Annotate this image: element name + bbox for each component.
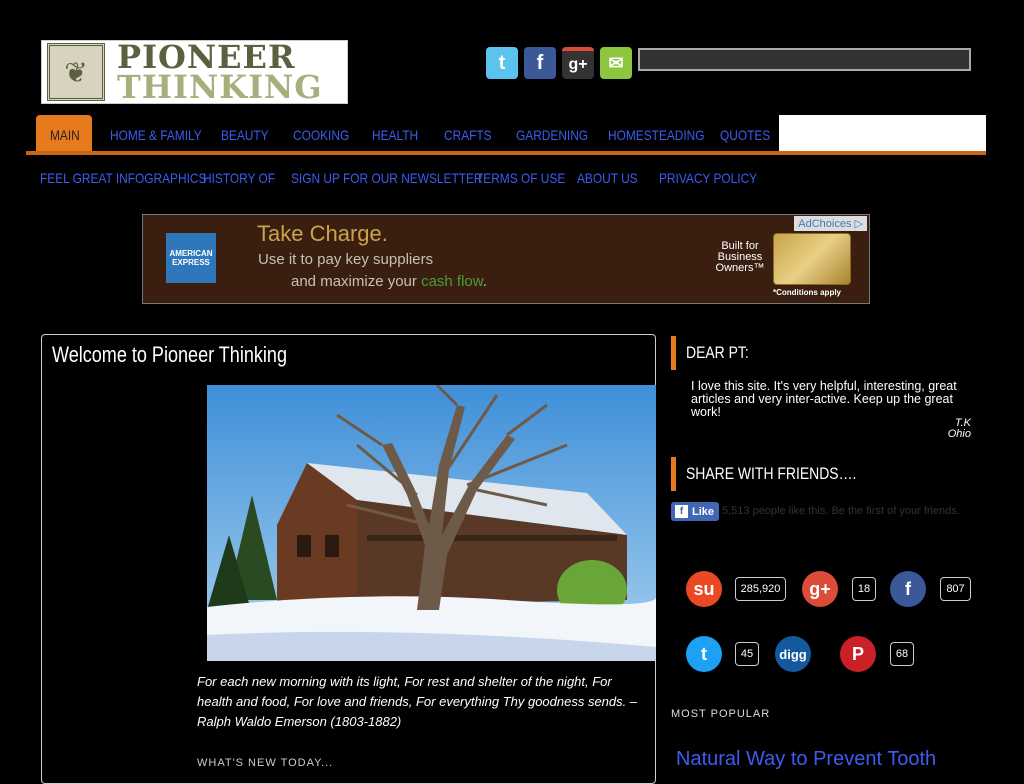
google-plus-icon[interactable]: g+ <box>802 571 838 607</box>
google-plus-count: 18 <box>852 577 876 601</box>
testimonial-author: T.K Ohio <box>880 418 971 440</box>
page-title: Welcome to Pioneer Thinking <box>52 342 287 367</box>
facebook-like-count-text: 5,513 people like this. Be the first of … <box>722 505 960 517</box>
facebook-count: 807 <box>940 577 971 601</box>
stumbleupon-icon[interactable]: su <box>686 571 722 607</box>
nav-item-quotes[interactable]: QUOTES <box>720 127 770 143</box>
ad-conditions: *Conditions apply <box>773 288 841 297</box>
ad-line2-highlight: cash flow <box>421 273 483 290</box>
nav-filler <box>779 115 986 151</box>
dear-pt-accent <box>671 336 676 370</box>
site-logo[interactable]: ❦ PIONEER THINKING <box>41 40 348 104</box>
share-title: SHARE WITH FRIENDS…. <box>686 464 857 483</box>
adchoices-badge[interactable]: AdChoices ▷ <box>794 216 867 231</box>
facebook-like-label: Like <box>692 505 715 518</box>
nav-item-terms[interactable]: TERMS OF USE <box>476 170 565 186</box>
ad-owners: Owners™ <box>715 262 765 274</box>
nav-item-privacy[interactable]: PRIVACY POLICY <box>659 170 757 186</box>
facebook-icon[interactable]: f <box>890 571 926 607</box>
ad-line2-pre: and maximize your <box>291 273 422 290</box>
email-icon[interactable]: ✉ <box>600 47 632 79</box>
ad-headline: Take Charge. <box>257 221 388 246</box>
nav-item-beauty[interactable]: BEAUTY <box>221 127 269 143</box>
search-input[interactable] <box>638 48 971 71</box>
facebook-icon[interactable]: f <box>524 47 556 79</box>
digg-icon[interactable]: digg <box>775 636 811 672</box>
whats-new-heading: WHAT'S NEW TODAY... <box>197 757 334 769</box>
nav-item-newsletter[interactable]: SIGN UP FOR OUR NEWSLETTER <box>291 170 483 186</box>
logo-text-line2: THINKING <box>117 68 323 106</box>
pinterest-count: 68 <box>890 642 914 666</box>
twitter-icon[interactable]: t <box>486 47 518 79</box>
barn-photo <box>207 385 656 661</box>
emerson-quote: For each new morning with its light, For… <box>197 674 638 729</box>
nav-item-main[interactable]: MAIN <box>50 127 80 143</box>
facebook-like-button[interactable]: f Like <box>671 502 719 521</box>
stumbleupon-count: 285,920 <box>735 577 786 601</box>
google-plus-icon[interactable]: g+ <box>562 47 594 79</box>
twitter-icon[interactable]: t <box>686 636 722 672</box>
ad-line1: Use it to pay key suppliers <box>258 251 434 268</box>
dear-pt-title: DEAR PT: <box>686 343 749 362</box>
gold-card-image <box>773 233 851 285</box>
nav-item-about[interactable]: ABOUT US <box>577 170 638 186</box>
amex-logo: AMERICAN EXPRESS <box>166 233 216 283</box>
nav-divider <box>26 151 986 155</box>
share-accent <box>671 457 676 491</box>
most-popular-heading: MOST POPULAR <box>671 708 771 720</box>
amex-line1: AMERICAN <box>169 249 213 258</box>
twitter-count: 45 <box>735 642 759 666</box>
pinterest-icon[interactable]: P <box>840 636 876 672</box>
nav-item-crafts[interactable]: CRAFTS <box>444 127 492 143</box>
logo-emblem-icon: ❦ <box>47 43 105 101</box>
facebook-icon: f <box>675 505 688 518</box>
nav-item-infographics[interactable]: FEEL GREAT INFOGRAPHICS <box>40 170 206 186</box>
nav-item-cooking[interactable]: COOKING <box>293 127 349 143</box>
nav-item-gardening[interactable]: GARDENING <box>516 127 588 143</box>
nav-item-homesteading[interactable]: HOMESTEADING <box>608 127 705 143</box>
nav-item-history-of[interactable]: HISTORY OF <box>203 170 275 186</box>
nav-item-health[interactable]: HEALTH <box>372 127 418 143</box>
ad-line2-post: . <box>482 273 487 290</box>
adchoices-label: AdChoices <box>798 218 852 230</box>
ad-banner[interactable]: AdChoices ▷ AMERICAN EXPRESS Take Charge… <box>142 214 870 304</box>
amex-line2: EXPRESS <box>172 258 210 267</box>
nav-item-home-family[interactable]: HOME & FAMILY <box>110 127 202 143</box>
testimonial-author-location: Ohio <box>947 428 971 440</box>
testimonial-text: I love this site. It's very helpful, int… <box>691 379 957 419</box>
